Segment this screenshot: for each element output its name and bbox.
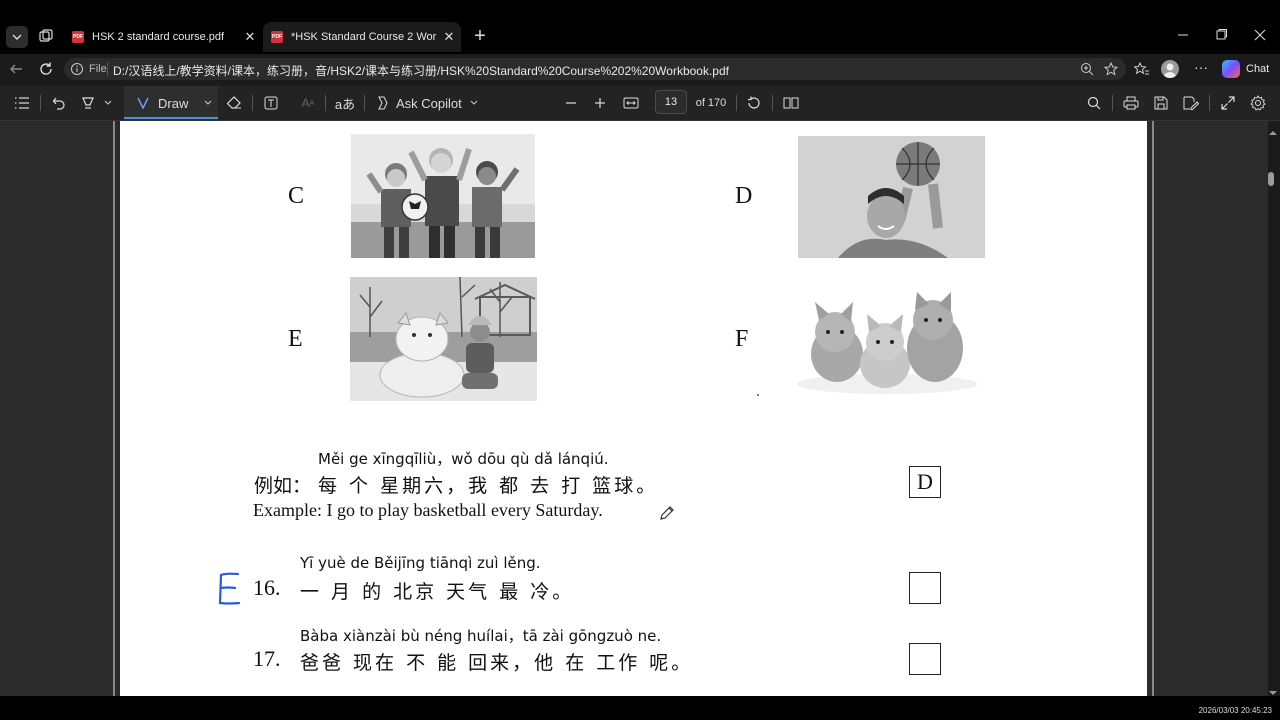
draw-label: Draw bbox=[158, 95, 189, 111]
profile-avatar[interactable] bbox=[1161, 60, 1179, 78]
contents-icon[interactable] bbox=[12, 86, 32, 120]
fit-width-icon[interactable] bbox=[621, 86, 641, 120]
question-16-pinyin: Yī yuè de Běijīng tiānqì zuì lěng. bbox=[300, 554, 541, 572]
more-menu-icon[interactable]: ··· bbox=[1194, 60, 1208, 76]
edit-pencil-icon[interactable] bbox=[658, 504, 676, 522]
print-icon[interactable] bbox=[1121, 86, 1141, 120]
pdf-page bbox=[120, 121, 1147, 696]
tab-title: HSK 2 standard course.pdf bbox=[92, 31, 225, 43]
question-16-chinese: 一 月 的 北京 天气 最 冷。 bbox=[300, 581, 575, 603]
ask-copilot-dropdown-icon bbox=[470, 100, 478, 106]
option-label-c: C bbox=[288, 183, 305, 209]
tab-title: *HSK Standard Course 2 Workbook.pdf bbox=[291, 31, 437, 43]
vertical-scrollbar[interactable] bbox=[1268, 121, 1280, 696]
url-text[interactable]: D:/汉语线上/教学资料/课本，练习册，音/HSK2/课本与练习册/HSK%20… bbox=[113, 62, 729, 79]
new-tab-button[interactable]: + bbox=[470, 26, 490, 47]
question-17-number: 17. bbox=[253, 646, 281, 671]
pdf-file-icon: PDF bbox=[271, 31, 283, 43]
page-number-input[interactable]: 13 bbox=[655, 90, 687, 114]
copilot-outline-icon bbox=[374, 95, 390, 111]
scroll-down-arrow[interactable] bbox=[1268, 684, 1280, 695]
draw-button[interactable]: Draw bbox=[124, 86, 218, 120]
fullscreen-icon[interactable] bbox=[1218, 86, 1238, 120]
copilot-icon bbox=[1222, 60, 1240, 78]
highlight-icon[interactable] bbox=[78, 86, 98, 120]
question-16-number: 16. bbox=[253, 575, 281, 600]
timestamp: 2026/03/03 20:45:23 bbox=[1198, 706, 1272, 715]
page-edge bbox=[1152, 121, 1154, 696]
ask-copilot-button[interactable]: Ask Copilot bbox=[374, 86, 478, 120]
photo-snowman bbox=[350, 277, 537, 401]
ask-copilot-label: Ask Copilot bbox=[396, 95, 462, 111]
close-window-button[interactable] bbox=[1253, 28, 1269, 44]
example-english: Example: I go to play basketball every S… bbox=[253, 500, 603, 520]
info-icon[interactable] bbox=[70, 62, 84, 76]
toolbar-divider bbox=[325, 95, 326, 111]
rotate-icon[interactable] bbox=[744, 86, 764, 120]
chat-label: Chat bbox=[1246, 63, 1270, 75]
page-edge bbox=[113, 121, 115, 696]
add-text-icon[interactable] bbox=[262, 86, 280, 120]
save-as-icon[interactable] bbox=[1181, 86, 1201, 120]
photo-kittens bbox=[795, 286, 980, 396]
photo-children-soccer bbox=[351, 134, 535, 258]
read-aloud-icon[interactable]: aあ bbox=[334, 86, 356, 120]
save-icon[interactable] bbox=[1151, 86, 1171, 120]
question-16-answer-box[interactable] bbox=[909, 572, 941, 604]
toolbar-divider bbox=[772, 95, 773, 111]
page-total-label: of 170 bbox=[695, 97, 727, 109]
close-tab-icon[interactable]: ✕ bbox=[437, 29, 461, 45]
draw-active-underline bbox=[124, 117, 218, 119]
scroll-up-arrow[interactable] bbox=[1268, 124, 1280, 135]
toolbar-divider bbox=[252, 95, 253, 111]
example-pinyin: Měi ge xīngqīliù，wǒ dōu qù dǎ lánqiú. bbox=[318, 450, 609, 468]
example-chinese: 每 个 星期六，我 都 去 打 篮球。 bbox=[318, 475, 659, 497]
tab-actions-icon[interactable] bbox=[6, 26, 28, 48]
question-17-chinese: 爸爸 现在 不 能 回来，他 在 工作 呢。 bbox=[300, 652, 694, 674]
toolbar-divider bbox=[1112, 95, 1113, 111]
toolbar-divider bbox=[736, 95, 737, 111]
toolbar-divider bbox=[40, 95, 41, 111]
text-size-icon: AA bbox=[301, 96, 315, 110]
favorite-star-icon[interactable] bbox=[1103, 61, 1119, 76]
toolbar-divider bbox=[364, 95, 365, 111]
option-label-f: F bbox=[735, 326, 749, 352]
eraser-icon[interactable] bbox=[224, 86, 244, 120]
undo-icon[interactable] bbox=[50, 86, 68, 120]
tab-hsk-workbook[interactable]: PDF *HSK Standard Course 2 Workbook.pdf … bbox=[263, 22, 461, 52]
minimize-button[interactable] bbox=[1176, 28, 1192, 44]
restore-button[interactable] bbox=[1214, 28, 1230, 44]
draw-pen-icon bbox=[136, 96, 150, 110]
search-icon[interactable] bbox=[1084, 86, 1104, 120]
workspaces-icon[interactable] bbox=[38, 28, 56, 46]
page-view-icon[interactable] bbox=[781, 86, 801, 120]
status-bar bbox=[0, 696, 1280, 720]
question-17-answer-box[interactable] bbox=[909, 643, 941, 675]
address-divider bbox=[107, 62, 108, 76]
page-speck bbox=[757, 394, 759, 396]
refresh-button[interactable] bbox=[38, 61, 56, 77]
back-button[interactable] bbox=[8, 61, 26, 77]
scheme-label: File bbox=[89, 63, 107, 75]
option-label-d: D bbox=[735, 183, 753, 209]
scrollbar-thumb[interactable] bbox=[1268, 172, 1274, 186]
zoom-icon[interactable] bbox=[1080, 62, 1094, 76]
close-tab-icon[interactable]: ✕ bbox=[238, 29, 262, 45]
photo-man-basketball bbox=[798, 136, 985, 258]
handwritten-answer-e bbox=[216, 571, 244, 607]
example-prefix: 例如： bbox=[254, 475, 312, 497]
question-17-pinyin: Bàba xiànzài bù néng huílai，tā zài gōngz… bbox=[300, 627, 662, 645]
tab-hsk2-standard-course[interactable]: PDF HSK 2 standard course.pdf ✕ bbox=[64, 22, 262, 52]
toolbar-divider bbox=[1209, 95, 1210, 111]
settings-gear-icon[interactable] bbox=[1248, 86, 1268, 120]
zoom-out-button[interactable] bbox=[562, 86, 580, 120]
pdf-file-icon: PDF bbox=[72, 31, 84, 43]
option-label-e: E bbox=[288, 326, 303, 352]
copilot-chat-button[interactable]: Chat bbox=[1222, 60, 1269, 78]
example-answer-box: D bbox=[909, 466, 941, 498]
highlight-dropdown-icon[interactable] bbox=[100, 86, 116, 120]
draw-dropdown-icon[interactable] bbox=[204, 100, 212, 106]
favorites-icon[interactable] bbox=[1133, 61, 1149, 76]
zoom-in-button[interactable] bbox=[591, 86, 609, 120]
